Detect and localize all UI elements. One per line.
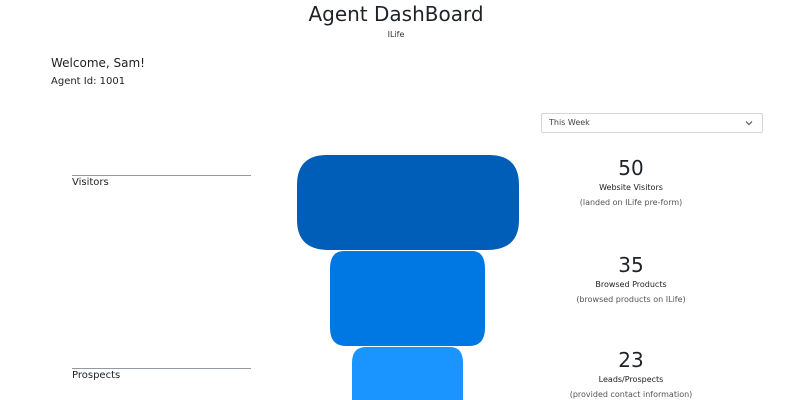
stage-label-visitors: Visitors bbox=[72, 177, 109, 188]
stage-divider-prospects bbox=[72, 368, 251, 369]
metric-value: 23 bbox=[618, 348, 644, 372]
funnel-bar-leads bbox=[352, 347, 463, 400]
page-subtitle: ILife bbox=[387, 30, 405, 39]
metric-name: Leads/Prospects bbox=[598, 375, 664, 384]
metric-description: (landed on ILife pre-form) bbox=[579, 198, 683, 207]
funnel-bar-leads-shape bbox=[352, 347, 463, 400]
metric-value: 50 bbox=[618, 156, 644, 180]
metric-description: (provided contact information) bbox=[569, 390, 693, 399]
metric-leads-prospects: 23 Leads/Prospects (provided contact inf… bbox=[531, 349, 731, 399]
welcome-message: Welcome, Sam! bbox=[51, 56, 145, 70]
funnel-bar-browsed bbox=[330, 251, 485, 346]
period-select-value: This Week bbox=[549, 118, 590, 127]
metric-browsed-products: 35 Browsed Products (browsed products on… bbox=[531, 254, 731, 304]
metric-website-visitors: 50 Website Visitors (landed on ILife pre… bbox=[531, 157, 731, 207]
funnel-bar-visitors bbox=[297, 155, 519, 250]
stage-label-prospects: Prospects bbox=[72, 370, 121, 381]
metric-name: Website Visitors bbox=[599, 183, 663, 192]
stage-divider-visitors bbox=[72, 175, 251, 176]
period-select[interactable]: This Week bbox=[541, 113, 763, 133]
metric-description: (browsed products on ILife) bbox=[576, 295, 686, 304]
metric-name: Browsed Products bbox=[595, 280, 667, 289]
funnel-bar-browsed-shape bbox=[330, 251, 485, 346]
metric-value: 35 bbox=[618, 253, 644, 277]
chevron-down-icon bbox=[745, 121, 753, 126]
funnel-bar-visitors-shape bbox=[297, 155, 519, 250]
agent-id: Agent Id: 1001 bbox=[51, 76, 126, 87]
page-title: Agent DashBoard bbox=[308, 2, 484, 26]
